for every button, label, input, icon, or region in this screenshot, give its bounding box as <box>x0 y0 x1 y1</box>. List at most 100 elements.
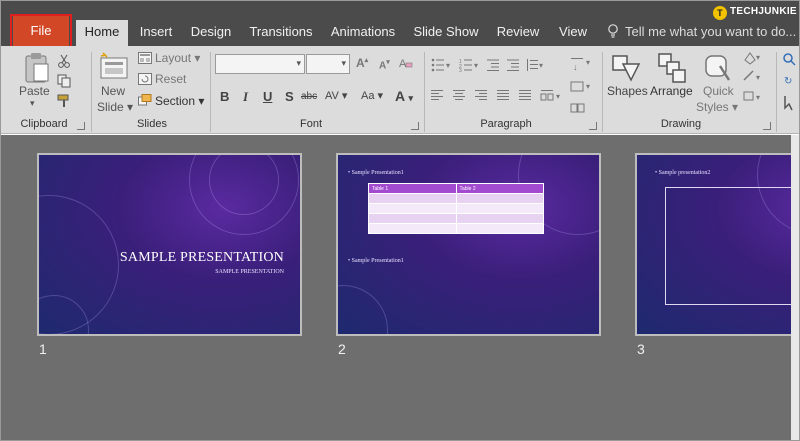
shapes-label[interactable]: Shapes <box>607 84 648 98</box>
tab-view[interactable]: View <box>553 20 593 46</box>
paste-label[interactable]: Paste <box>19 84 50 98</box>
underline-button[interactable]: U <box>263 89 272 104</box>
tab-home[interactable]: Home <box>76 20 128 47</box>
clear-formatting-icon[interactable]: A <box>399 56 413 70</box>
tell-me-search[interactable]: Tell me what you want to do... <box>607 20 796 44</box>
table-cell <box>455 203 544 214</box>
group-divider <box>91 52 92 132</box>
shapes-icon[interactable] <box>611 52 641 84</box>
slides-group-label: Slides <box>137 118 167 130</box>
shape-format-icons[interactable]: ▾ ▾ ▾ <box>741 50 763 116</box>
paste-dropdown-icon[interactable]: ▾ <box>30 98 35 109</box>
table-cell <box>368 193 457 204</box>
table-cell <box>455 193 544 204</box>
tab-insert[interactable]: Insert <box>134 20 178 46</box>
table-cell <box>368 223 457 234</box>
layout-button[interactable]: Layout ▾ <box>155 51 200 65</box>
text-direction-icons[interactable]: ↓ ▾ ▾ <box>569 56 599 116</box>
techjunkie-logo-icon: T <box>713 6 727 20</box>
quick-styles-label-2[interactable]: Styles ▾ <box>696 100 738 114</box>
powerpoint-window: File Home Insert Design Transitions Anim… <box>0 0 800 441</box>
clipboard-launcher-icon[interactable] <box>77 122 85 130</box>
decrease-font-size-icon[interactable]: A▾ <box>379 58 390 71</box>
slide-2-bullet-top: • Sample Presentation1 <box>348 170 404 176</box>
vertical-scrollbar[interactable] <box>791 135 799 440</box>
slide-thumbnail-1[interactable]: SAMPLE PRESENTATION SAMPLE PRESENTATION <box>37 153 302 336</box>
paste-icon[interactable] <box>23 52 51 84</box>
slide-sorter-view: SAMPLE PRESENTATION SAMPLE PRESENTATION … <box>1 135 799 440</box>
slide-thumbnail-3[interactable]: • Sample presentation2 <box>635 153 799 336</box>
tab-design[interactable]: Design <box>185 20 237 46</box>
arrange-icon[interactable] <box>657 52 687 84</box>
format-painter-icon[interactable] <box>57 94 71 108</box>
font-launcher-icon[interactable] <box>411 122 419 130</box>
slide-2-bullet-bottom: • Sample Presentation1 <box>348 258 404 264</box>
svg-text:▾: ▾ <box>586 82 590 91</box>
layout-icon[interactable] <box>138 52 152 64</box>
quick-styles-label-1[interactable]: Quick <box>703 84 734 98</box>
svg-text:↓: ↓ <box>573 62 578 72</box>
strikethrough-button[interactable]: abc <box>301 91 317 102</box>
new-slide-icon[interactable] <box>99 52 129 82</box>
svg-text:3: 3 <box>459 68 462 72</box>
svg-text:▾: ▾ <box>586 58 590 67</box>
table-header-cell: Table 1 <box>368 183 457 194</box>
slide-number-3: 3 <box>637 341 645 357</box>
paragraph-alignment-icons[interactable]: ▾ <box>431 89 571 103</box>
reset-icon[interactable] <box>138 73 152 85</box>
group-divider <box>424 52 425 132</box>
svg-text:▾: ▾ <box>474 61 478 70</box>
font-name-dropdown[interactable]: ▾ <box>215 54 305 74</box>
svg-text:▾: ▾ <box>539 61 543 70</box>
chevron-down-icon: ▾ <box>341 58 346 68</box>
tab-slide-show[interactable]: Slide Show <box>410 20 482 46</box>
tab-review[interactable]: Review <box>491 20 545 46</box>
drawing-group-label: Drawing <box>660 118 702 130</box>
ribbon-tab-bar: File Home Insert Design Transitions Anim… <box>1 1 799 48</box>
new-slide-label-1[interactable]: New <box>101 84 125 98</box>
slide-3-bullet-top: • Sample presentation2 <box>655 170 711 176</box>
tell-me-text: Tell me what you want to do... <box>625 24 797 39</box>
tab-file[interactable]: File <box>13 16 69 46</box>
cut-icon[interactable] <box>57 54 71 68</box>
section-icon[interactable] <box>138 94 152 106</box>
techjunkie-watermark: T TECHJUNKIE <box>713 4 797 20</box>
section-button[interactable]: Section ▾ <box>155 94 204 108</box>
slide-number-2: 2 <box>338 341 346 357</box>
italic-button[interactable]: I <box>243 89 248 105</box>
increase-font-size-icon[interactable]: A▴ <box>356 56 368 70</box>
slide-1-title: SAMPLE PRESENTATION <box>119 250 284 265</box>
group-divider <box>210 52 211 132</box>
editing-icons[interactable]: ↻ <box>782 52 796 118</box>
paragraph-launcher-icon[interactable] <box>589 122 597 130</box>
svg-text:▾: ▾ <box>756 93 760 102</box>
tab-transitions[interactable]: Transitions <box>245 20 317 46</box>
slide-thumbnail-2[interactable]: • Sample Presentation1 Table 1 Table 2 •… <box>336 153 601 336</box>
group-divider <box>602 52 603 132</box>
new-slide-label-2[interactable]: Slide ▾ <box>97 100 133 114</box>
character-spacing-button[interactable]: AV ▾ <box>325 89 347 102</box>
shadow-button[interactable]: S <box>285 89 294 104</box>
copy-icon[interactable] <box>57 74 71 88</box>
watermark-text: TECHJUNKIE <box>730 6 797 17</box>
slide-number-1: 1 <box>39 341 47 357</box>
slide-3-content-placeholder <box>665 187 799 305</box>
ribbon-home: Paste ▾ Clipboard New Slide ▾ Layout ▾ R… <box>1 46 799 134</box>
slide-2-table: Table 1 Table 2 <box>368 183 544 234</box>
arrange-label[interactable]: Arrange <box>650 84 693 98</box>
svg-text:▾: ▾ <box>556 92 560 101</box>
font-size-dropdown[interactable]: ▾ <box>306 54 350 74</box>
drawing-launcher-icon[interactable] <box>763 122 771 130</box>
tab-animations[interactable]: Animations <box>325 20 401 46</box>
decorative-ring <box>338 285 388 334</box>
svg-text:▾: ▾ <box>756 53 760 62</box>
change-case-button[interactable]: Aa ▾ <box>361 89 383 102</box>
font-color-button[interactable]: A ▾ <box>395 88 413 104</box>
svg-text:▾: ▾ <box>756 73 760 82</box>
quick-styles-icon[interactable] <box>702 52 732 84</box>
reset-button[interactable]: Reset <box>155 72 186 86</box>
bold-button[interactable]: B <box>220 89 229 104</box>
group-divider <box>776 52 777 132</box>
lightbulb-icon <box>608 24 618 38</box>
clipboard-group-label: Clipboard <box>20 118 68 130</box>
